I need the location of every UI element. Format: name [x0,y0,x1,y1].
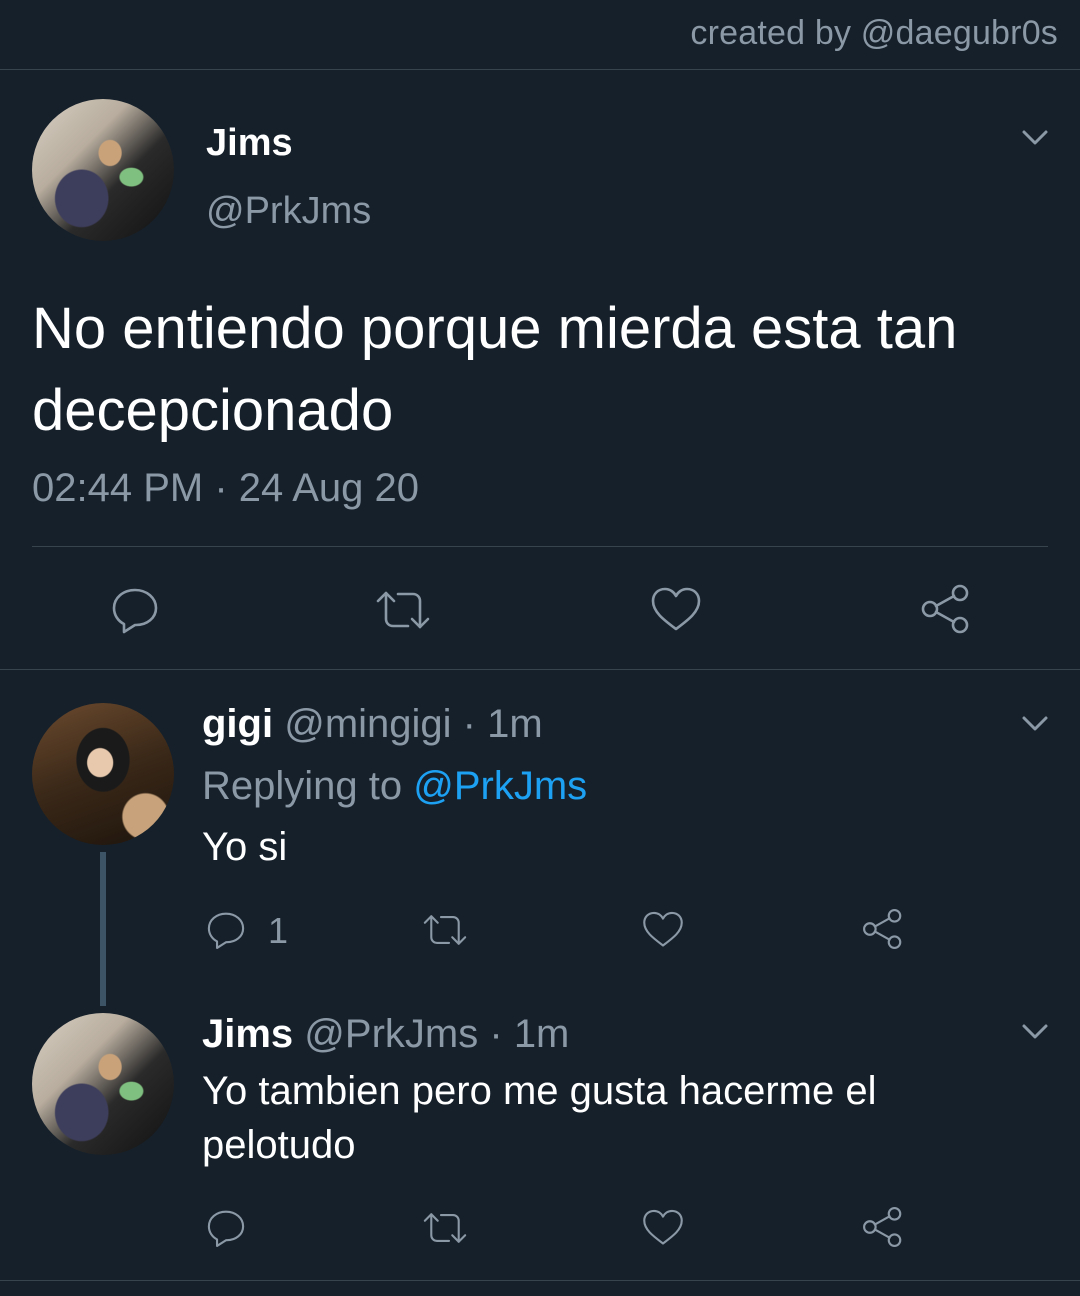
chevron-down-icon[interactable] [1018,1014,1052,1048]
reply-time: 1m [513,1012,570,1056]
reply-icon[interactable] [108,583,162,637]
stats-divider [32,546,1048,547]
avatar[interactable] [32,1013,174,1155]
timestamp-separator: · [214,466,228,510]
meta-separator: · [489,1012,503,1056]
author-name[interactable]: Jims [202,1012,293,1056]
share-icon[interactable] [860,906,906,952]
reply-text: Yo si [202,825,288,869]
tweet-date: 24 Aug 20 [238,466,419,510]
replying-label: Replying to [202,764,403,808]
like-icon[interactable] [640,1206,686,1250]
like-icon[interactable] [648,583,704,637]
tweet-time: 02:44 PM [32,466,204,510]
tweet-text: No entiendo porque mierda esta tan decep… [32,296,958,443]
reply-header: Jims @PrkJms · 1m [202,1012,569,1057]
reply-header: gigi @mingigi · 1m [202,702,543,747]
top-divider [0,69,1080,70]
author-name[interactable]: Jims [206,122,293,165]
reply-text: Yo tambien pero me gusta hacerme el pelo… [202,1069,877,1167]
retweet-icon[interactable] [420,1206,470,1250]
share-icon[interactable] [860,1204,906,1250]
tweet-timestamp: 02:44 PM · 24 Aug 20 [32,466,419,511]
chevron-down-icon[interactable] [1018,706,1052,740]
like-icon[interactable] [640,908,686,952]
bottom-divider [0,1280,1080,1281]
chevron-down-icon[interactable] [1018,120,1052,154]
reply-time: 1m [487,702,543,746]
meta-separator: · [462,702,476,746]
avatar[interactable] [32,99,174,241]
mention-link[interactable]: @PrkJms [413,764,587,808]
replying-to: Replying to @PrkJms [202,764,587,809]
reply-icon[interactable] [204,908,248,952]
section-divider [0,669,1080,670]
watermark-text: created by @daegubr0s [690,14,1058,52]
author-handle[interactable]: @mingigi [284,702,451,746]
author-name[interactable]: gigi [202,702,273,746]
author-handle[interactable]: @PrkJms [304,1012,478,1056]
share-icon[interactable] [918,581,974,637]
retweet-icon[interactable] [372,583,434,637]
author-handle[interactable]: @PrkJms [206,190,371,233]
reply-count: 1 [268,910,289,951]
avatar[interactable] [32,703,174,845]
thread-connector [100,852,106,1006]
reply-icon[interactable] [204,1206,248,1250]
retweet-icon[interactable] [420,908,470,952]
